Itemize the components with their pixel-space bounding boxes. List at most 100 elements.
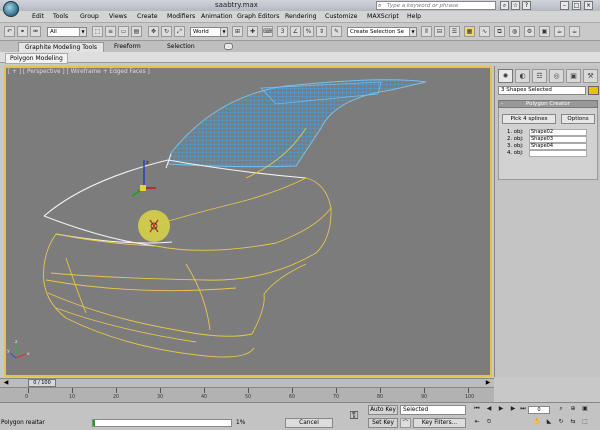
selection-name-field[interactable]: 3 Shapes Selected [498,86,586,95]
menu-group[interactable]: Group [80,13,99,20]
object-color-swatch[interactable] [588,86,599,95]
orbit-icon[interactable]: ↻ [556,418,566,427]
menu-tools[interactable]: Tools [53,13,68,20]
create-icon[interactable]: ✹ [498,69,513,83]
object-slot-value[interactable] [529,150,587,157]
menu-rendering[interactable]: Rendering [285,13,317,20]
field-of-view-icon[interactable]: ◣ [544,418,554,427]
ribbon-minimize-toggle[interactable]: ◦ [224,43,233,50]
cancel-button[interactable]: Cancel [285,418,333,428]
select-by-name-icon[interactable]: ≡ [105,26,116,37]
pan-icon[interactable]: ✋ [532,418,542,427]
unlink-icon[interactable]: ⚮ [30,26,41,37]
go-to-end-icon[interactable]: ⏭ [518,405,528,414]
perspective-viewport[interactable]: [ + ] [ Perspective ] [ Wireframe + Edge… [4,66,492,377]
star-icon[interactable]: ☆ [511,1,520,10]
play-icon[interactable]: ▶ [496,405,506,414]
app-logo-icon[interactable] [3,1,19,17]
menu-create[interactable]: Create [137,13,158,20]
menu-customize[interactable]: Customize [325,13,357,20]
display-icon[interactable]: ▣ [566,69,581,83]
spinner-snap-icon[interactable]: ⇕ [316,26,327,37]
keyboard-shortcut-icon[interactable]: ⌨ [262,26,273,37]
reference-coord-dropdown[interactable]: World ▼ [190,27,228,37]
select-scale-icon[interactable]: ⤢ [174,26,185,37]
select-rotate-icon[interactable]: ↻ [161,26,172,37]
key-filters-button[interactable]: Key Filters... [413,418,466,428]
time-slider[interactable]: ◀ 0 / 100 ▶ [0,378,494,387]
named-selection-set-dropdown[interactable]: Create Selection Se ▼ [347,27,417,37]
rectangular-selection-icon[interactable]: ▭ [118,26,129,37]
align-icon[interactable]: ⊟ [434,26,445,37]
zoom-all-icon[interactable]: ⊕ [568,405,578,414]
selection-filter-dropdown[interactable]: All ▼ [47,27,87,37]
object-slot-value[interactable]: Shape04 [529,143,587,150]
options-button[interactable]: Options [561,114,595,124]
graphite-toggle-icon[interactable]: ▦ [464,26,475,37]
select-object-icon[interactable]: ⬚ [92,26,103,37]
pivot-highlight[interactable] [138,210,170,242]
percent-snap-icon[interactable]: % [303,26,314,37]
transform-gizmo[interactable]: z [131,160,156,197]
menu-views[interactable]: Views [109,13,127,20]
chevron-right-icon[interactable]: ▶ [484,379,492,387]
object-slot-value[interactable]: Shape02 [529,129,587,136]
next-frame-icon[interactable]: ▶ [508,405,518,414]
menu-graph-editors[interactable]: Graph Editors [237,13,279,20]
time-config-icon[interactable]: ⏲ [484,418,494,427]
motion-icon[interactable]: ◎ [549,69,564,83]
object-slot-value[interactable]: Shape03 [529,136,587,143]
zoom-extents-icon[interactable]: ▣ [580,405,590,414]
go-to-start-icon[interactable]: ⏮ [472,405,482,414]
help-search-button[interactable]: ⌕ [500,1,509,10]
render-setup-icon[interactable]: ⚙ [524,26,535,37]
maximize-viewport-icon[interactable]: ⬚ [580,418,590,427]
menu-maxscript[interactable]: MAXScript [367,13,399,20]
time-slider-handle[interactable]: 0 / 100 [28,379,56,387]
rendered-frame-icon[interactable]: ▣ [539,26,550,37]
polygon-creator-rollout-header[interactable]: - Polygon Creator [498,100,598,108]
angle-snap-icon[interactable]: ∠ [290,26,301,37]
current-frame-field[interactable]: 0 [528,406,550,414]
window-crossing-icon[interactable]: ▤ [131,26,142,37]
hierarchy-icon[interactable]: ☲ [532,69,547,83]
pick-splines-button[interactable]: Pick 4 splines [502,114,556,124]
menu-animation[interactable]: Animation [201,13,233,20]
walkthrough-icon[interactable]: ⇆ [568,418,578,427]
help-search-input[interactable]: ⌕ Type a keyword or phrase [376,1,496,10]
select-move-icon[interactable]: ✥ [148,26,159,37]
default-tangent-icon[interactable]: ⌒ [400,418,411,428]
auto-key-button[interactable]: Auto Key [368,405,398,415]
tab-selection[interactable]: Selection [161,42,201,52]
snap-toggle-icon[interactable]: 3 [277,26,288,37]
menu-modifiers[interactable]: Modifiers [167,13,195,20]
key-icon[interactable]: ⚿ [345,409,363,423]
curve-editor-icon[interactable]: ∿ [479,26,490,37]
pivot-center-icon[interactable]: ⊞ [232,26,243,37]
maximize-button[interactable]: □ [572,1,581,10]
help-icon[interactable]: ? [522,1,531,10]
tab-freeform[interactable]: Freeform [108,42,147,52]
menu-help[interactable]: Help [407,13,421,20]
utilities-icon[interactable]: ⚒ [583,69,598,83]
tab-polygon-modeling[interactable]: Polygon Modeling [5,53,68,64]
select-manipulate-icon[interactable]: ✚ [247,26,258,37]
render-iterative-icon[interactable]: ☕ [569,26,580,37]
menu-edit[interactable]: Edit [32,13,44,20]
material-editor-icon[interactable]: ◍ [509,26,520,37]
previous-frame-icon[interactable]: ◀ [484,405,494,414]
render-production-icon[interactable]: ☕ [554,26,565,37]
select-link-icon[interactable]: ⚭ [17,26,28,37]
edit-named-selection-icon[interactable]: ✎ [331,26,342,37]
track-bar[interactable]: 0 10 20 30 40 50 60 70 80 90 100 [0,387,494,402]
undo-icon[interactable]: ↶ [4,26,15,37]
key-selection-dropdown[interactable]: Selected [400,405,466,415]
schematic-view-icon[interactable]: ⧉ [494,26,505,37]
minimize-button[interactable]: – [560,1,569,10]
close-button[interactable]: × [584,1,593,10]
zoom-icon[interactable]: ⌕ [556,405,566,414]
mirror-icon[interactable]: ⫴ [421,26,432,37]
set-key-button[interactable]: Set Key [368,418,398,428]
layer-manager-icon[interactable]: ☰ [449,26,460,37]
modify-icon[interactable]: ◐ [515,69,530,83]
